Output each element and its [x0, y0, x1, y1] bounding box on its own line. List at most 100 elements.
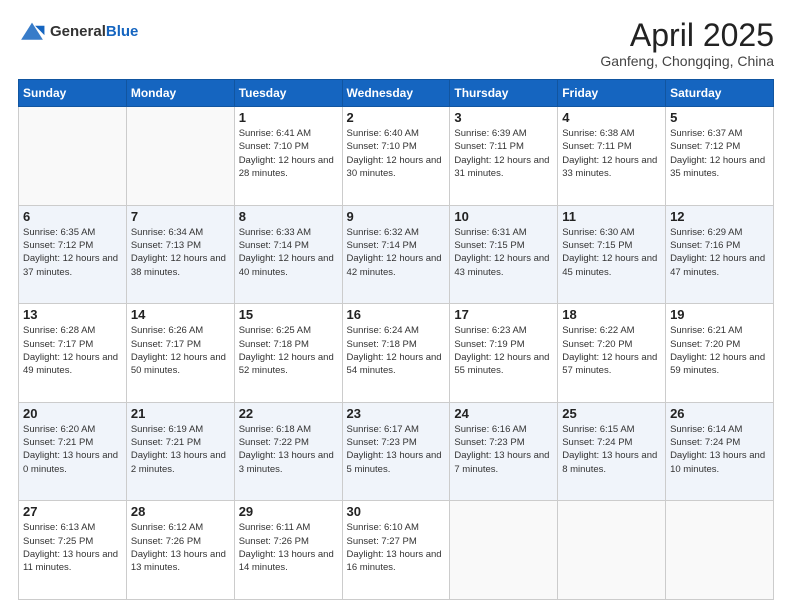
day-info: Sunrise: 6:39 AM Sunset: 7:11 PM Dayligh… [454, 127, 553, 180]
day-info: Sunrise: 6:15 AM Sunset: 7:24 PM Dayligh… [562, 423, 661, 476]
calendar-cell: 25 Sunrise: 6:15 AM Sunset: 7:24 PM Dayli… [558, 402, 666, 501]
day-info: Sunrise: 6:22 AM Sunset: 7:20 PM Dayligh… [562, 324, 661, 377]
day-info: Sunrise: 6:41 AM Sunset: 7:10 PM Dayligh… [239, 127, 338, 180]
day-number: 2 [347, 110, 446, 125]
day-number: 15 [239, 307, 338, 322]
day-number: 21 [131, 406, 230, 421]
day-number: 23 [347, 406, 446, 421]
day-info: Sunrise: 6:18 AM Sunset: 7:22 PM Dayligh… [239, 423, 338, 476]
calendar-cell: 21 Sunrise: 6:19 AM Sunset: 7:21 PM Dayli… [126, 402, 234, 501]
weekday-header-sunday: Sunday [19, 80, 127, 107]
day-number: 28 [131, 504, 230, 519]
day-info: Sunrise: 6:19 AM Sunset: 7:21 PM Dayligh… [131, 423, 230, 476]
calendar-cell: 14 Sunrise: 6:26 AM Sunset: 7:17 PM Dayli… [126, 304, 234, 403]
day-info: Sunrise: 6:32 AM Sunset: 7:14 PM Dayligh… [347, 226, 446, 279]
day-info: Sunrise: 6:26 AM Sunset: 7:17 PM Dayligh… [131, 324, 230, 377]
calendar-cell: 30 Sunrise: 6:10 AM Sunset: 7:27 PM Dayli… [342, 501, 450, 600]
weekday-header-thursday: Thursday [450, 80, 558, 107]
day-info: Sunrise: 6:28 AM Sunset: 7:17 PM Dayligh… [23, 324, 122, 377]
calendar-cell: 26 Sunrise: 6:14 AM Sunset: 7:24 PM Dayli… [666, 402, 774, 501]
calendar-cell: 18 Sunrise: 6:22 AM Sunset: 7:20 PM Dayli… [558, 304, 666, 403]
day-info: Sunrise: 6:23 AM Sunset: 7:19 PM Dayligh… [454, 324, 553, 377]
calendar-title: April 2025 [600, 18, 774, 53]
calendar-cell: 3Sunrise: 6:39 AM Sunset: 7:11 PM Daylig… [450, 107, 558, 206]
calendar-cell: 8 Sunrise: 6:33 AM Sunset: 7:14 PM Daylig… [234, 205, 342, 304]
day-info: Sunrise: 6:25 AM Sunset: 7:18 PM Dayligh… [239, 324, 338, 377]
day-info: Sunrise: 6:14 AM Sunset: 7:24 PM Dayligh… [670, 423, 769, 476]
calendar-cell: 9 Sunrise: 6:32 AM Sunset: 7:14 PM Daylig… [342, 205, 450, 304]
day-info: Sunrise: 6:16 AM Sunset: 7:23 PM Dayligh… [454, 423, 553, 476]
day-number: 8 [239, 209, 338, 224]
calendar-cell: 13Sunrise: 6:28 AM Sunset: 7:17 PM Dayli… [19, 304, 127, 403]
day-number: 27 [23, 504, 122, 519]
day-number: 30 [347, 504, 446, 519]
calendar-cell [450, 501, 558, 600]
logo: GeneralBlue [18, 18, 138, 46]
calendar-cell [666, 501, 774, 600]
calendar-cell: 11 Sunrise: 6:30 AM Sunset: 7:15 PM Dayli… [558, 205, 666, 304]
calendar-cell: 20 Sunrise: 6:20 AM Sunset: 7:21 PM Dayli… [19, 402, 127, 501]
day-info: Sunrise: 6:38 AM Sunset: 7:11 PM Dayligh… [562, 127, 661, 180]
calendar-cell [126, 107, 234, 206]
day-info: Sunrise: 6:20 AM Sunset: 7:21 PM Dayligh… [23, 423, 122, 476]
day-number: 16 [347, 307, 446, 322]
calendar-cell: 1 Sunrise: 6:41 AM Sunset: 7:10 PM Daylig… [234, 107, 342, 206]
calendar-cell: 28 Sunrise: 6:12 AM Sunset: 7:26 PM Dayli… [126, 501, 234, 600]
day-info: Sunrise: 6:30 AM Sunset: 7:15 PM Dayligh… [562, 226, 661, 279]
logo-icon [18, 18, 46, 46]
calendar-cell: 7 Sunrise: 6:34 AM Sunset: 7:13 PM Daylig… [126, 205, 234, 304]
calendar-cell: 2 Sunrise: 6:40 AM Sunset: 7:10 PM Daylig… [342, 107, 450, 206]
day-info: Sunrise: 6:35 AM Sunset: 7:12 PM Dayligh… [23, 226, 122, 279]
calendar-cell: 12Sunrise: 6:29 AM Sunset: 7:16 PM Dayli… [666, 205, 774, 304]
day-number: 9 [347, 209, 446, 224]
day-number: 25 [562, 406, 661, 421]
weekday-header-tuesday: Tuesday [234, 80, 342, 107]
day-number: 10 [454, 209, 553, 224]
day-number: 11 [562, 209, 661, 224]
title-block: April 2025 Ganfeng, Chongqing, China [600, 18, 774, 69]
calendar-cell: 27 Sunrise: 6:13 AM Sunset: 7:25 PM Dayli… [19, 501, 127, 600]
day-number: 19 [670, 307, 769, 322]
day-info: Sunrise: 6:40 AM Sunset: 7:10 PM Dayligh… [347, 127, 446, 180]
calendar-cell: 17 Sunrise: 6:23 AM Sunset: 7:19 PM Dayli… [450, 304, 558, 403]
calendar-cell: 19Sunrise: 6:21 AM Sunset: 7:20 PM Dayli… [666, 304, 774, 403]
day-info: Sunrise: 6:24 AM Sunset: 7:18 PM Dayligh… [347, 324, 446, 377]
weekday-header-saturday: Saturday [666, 80, 774, 107]
day-number: 1 [239, 110, 338, 125]
day-number: 20 [23, 406, 122, 421]
day-number: 6 [23, 209, 122, 224]
calendar-cell: 15 Sunrise: 6:25 AM Sunset: 7:18 PM Dayli… [234, 304, 342, 403]
calendar-table: SundayMondayTuesdayWednesdayThursdayFrid… [18, 79, 774, 600]
calendar-cell [558, 501, 666, 600]
weekday-header-wednesday: Wednesday [342, 80, 450, 107]
day-info: Sunrise: 6:33 AM Sunset: 7:14 PM Dayligh… [239, 226, 338, 279]
day-info: Sunrise: 6:11 AM Sunset: 7:26 PM Dayligh… [239, 521, 338, 574]
day-info: Sunrise: 6:31 AM Sunset: 7:15 PM Dayligh… [454, 226, 553, 279]
logo-general: GeneralBlue [50, 24, 138, 41]
calendar-cell [19, 107, 127, 206]
header: GeneralBlue April 2025 Ganfeng, Chongqin… [18, 18, 774, 69]
calendar-cell: 23 Sunrise: 6:17 AM Sunset: 7:23 PM Dayli… [342, 402, 450, 501]
day-info: Sunrise: 6:34 AM Sunset: 7:13 PM Dayligh… [131, 226, 230, 279]
calendar-cell: 22 Sunrise: 6:18 AM Sunset: 7:22 PM Dayli… [234, 402, 342, 501]
day-number: 5 [670, 110, 769, 125]
day-number: 7 [131, 209, 230, 224]
day-info: Sunrise: 6:12 AM Sunset: 7:26 PM Dayligh… [131, 521, 230, 574]
day-info: Sunrise: 6:10 AM Sunset: 7:27 PM Dayligh… [347, 521, 446, 574]
day-number: 22 [239, 406, 338, 421]
calendar-cell: 10 Sunrise: 6:31 AM Sunset: 7:15 PM Dayli… [450, 205, 558, 304]
calendar-cell: 29 Sunrise: 6:11 AM Sunset: 7:26 PM Dayli… [234, 501, 342, 600]
calendar-cell: 6 Sunrise: 6:35 AM Sunset: 7:12 PM Daylig… [19, 205, 127, 304]
day-info: Sunrise: 6:29 AM Sunset: 7:16 PM Dayligh… [670, 226, 769, 279]
calendar-cell: 16 Sunrise: 6:24 AM Sunset: 7:18 PM Dayli… [342, 304, 450, 403]
calendar-cell: 24Sunrise: 6:16 AM Sunset: 7:23 PM Dayli… [450, 402, 558, 501]
day-info: Sunrise: 6:13 AM Sunset: 7:25 PM Dayligh… [23, 521, 122, 574]
day-number: 29 [239, 504, 338, 519]
calendar-cell: 5Sunrise: 6:37 AM Sunset: 7:12 PM Daylig… [666, 107, 774, 206]
day-number: 17 [454, 307, 553, 322]
day-info: Sunrise: 6:17 AM Sunset: 7:23 PM Dayligh… [347, 423, 446, 476]
day-number: 4 [562, 110, 661, 125]
day-number: 26 [670, 406, 769, 421]
day-number: 18 [562, 307, 661, 322]
day-number: 14 [131, 307, 230, 322]
